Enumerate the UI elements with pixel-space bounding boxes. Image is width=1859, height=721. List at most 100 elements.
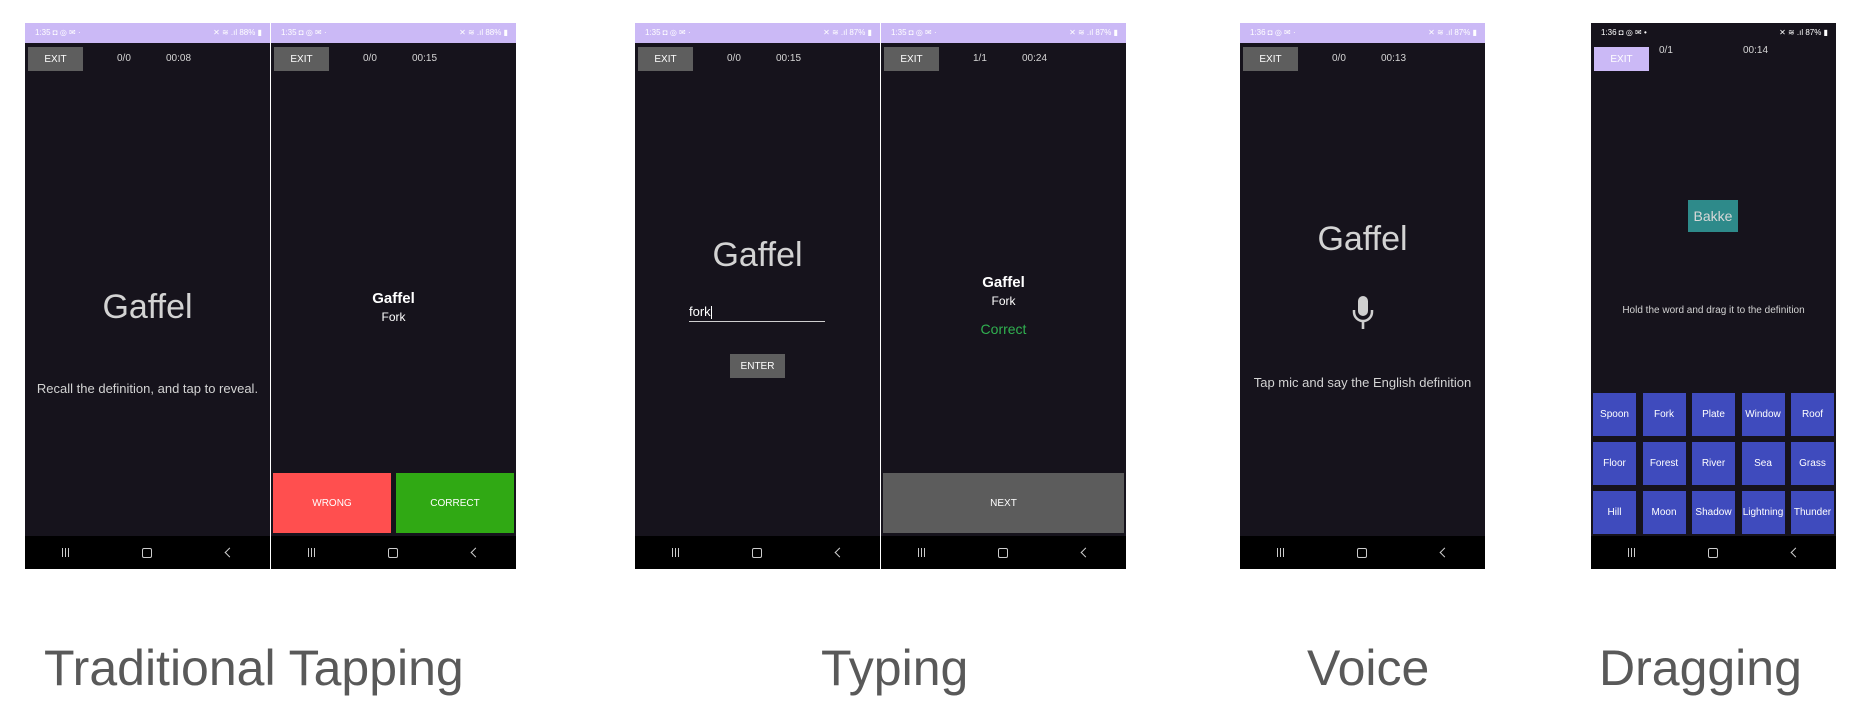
caption-traditional-tapping: Traditional Tapping (44, 640, 464, 696)
exit-button[interactable]: EXIT (28, 47, 83, 71)
reveal-hint: Recall the definition, and tap to reveal… (36, 381, 259, 396)
answer-input[interactable]: fork (689, 303, 825, 322)
android-nav-bar (25, 536, 270, 569)
status-left: 1:35 ◘ ◎ ✉ · (645, 28, 691, 37)
timer: 00:15 (776, 53, 802, 64)
answer-input-value: fork (689, 304, 711, 319)
typing-result-screen: 1:35 ◘ ◎ ✉ · ✕ ≋ .ıl 87% ▮ EXIT 1/1 00:2… (881, 23, 1126, 569)
caption-typing: Typing (821, 640, 969, 696)
exit-button[interactable]: EXIT (1243, 47, 1298, 71)
nav-home-icon[interactable] (1708, 547, 1719, 558)
voice-hint: Tap mic and say the English definition (1253, 375, 1472, 390)
nav-back-icon[interactable] (1439, 547, 1450, 558)
status-bar: 1:35 ◘ ◎ ✉ · ✕ ≋ .ıl 88% ▮ (271, 23, 516, 43)
nav-home-icon[interactable] (752, 547, 763, 558)
definition-tile[interactable]: Sea (1741, 442, 1785, 485)
nav-home-icon[interactable] (1357, 547, 1368, 558)
status-left: 1:35 ◘ ◎ ✉ · (281, 28, 327, 37)
definition-tile[interactable]: Spoon (1593, 393, 1636, 436)
definition-tile[interactable]: Moon (1642, 491, 1686, 534)
status-bar: 1:35 ◘ ◎ ✉ · ✕ ≋ .ıl 87% ▮ (881, 23, 1126, 43)
flashcard-word: Gaffel (372, 290, 415, 307)
status-right: ✕ ≋ .ıl 87% ▮ (1069, 28, 1118, 37)
flashcard-definition: Fork (381, 310, 406, 324)
nav-recent-icon[interactable] (1276, 548, 1284, 557)
score-counter: 0/0 (117, 53, 131, 64)
voice-screen: 1:36 ◘ ◎ ✉ · ✕ ≋ .ıl 87% ▮ EXIT 0/0 00:1… (1240, 23, 1485, 569)
timer: 00:08 (166, 53, 192, 64)
status-right: ✕ ≋ .ıl 88% ▮ (459, 28, 508, 37)
score-counter: 1/1 (973, 53, 987, 64)
definition-tile[interactable]: Thunder (1791, 491, 1834, 534)
definition-tile[interactable]: Roof (1791, 393, 1834, 436)
status-right: ✕ ≋ .ıl 88% ▮ (213, 28, 262, 37)
exit-button[interactable]: EXIT (638, 47, 693, 71)
status-bar: 1:35 ◘ ◎ ✉ · ✕ ≋ .ıl 87% ▮ (635, 23, 880, 43)
recall-screen: 1:35 ◘ ◎ ✉ · ✕ ≋ .ıl 88% ▮ EXIT 0/0 00:0… (25, 23, 270, 569)
score-counter: 0/0 (727, 53, 741, 64)
status-right: ✕ ≋ .ıl 87% ▮ (1428, 28, 1477, 37)
score-counter: 0/0 (1332, 53, 1346, 64)
status-left: 1:35 ◘ ◎ ✉ · (35, 28, 81, 37)
nav-recent-icon[interactable] (917, 548, 925, 557)
nav-recent-icon[interactable] (1627, 548, 1635, 557)
typing-screen: 1:35 ◘ ◎ ✉ · ✕ ≋ .ıl 87% ▮ EXIT 0/0 00:1… (635, 23, 880, 569)
flashcard-definition: Fork (991, 294, 1016, 308)
nav-recent-icon[interactable] (307, 548, 315, 557)
result-text: Correct (980, 321, 1027, 337)
flashcard-word: Gaffel (1317, 220, 1408, 258)
next-button[interactable]: NEXT (883, 473, 1124, 533)
definition-tile[interactable]: Shadow (1692, 491, 1735, 534)
status-right: ✕ ≋ .ıl 87% ▮ (823, 28, 872, 37)
nav-back-icon[interactable] (224, 547, 235, 558)
android-nav-bar (1240, 536, 1485, 569)
correct-button[interactable]: CORRECT (396, 473, 514, 533)
definition-tile[interactable]: Window (1741, 393, 1785, 436)
definition-tile[interactable]: Forest (1642, 442, 1686, 485)
definition-tile[interactable]: Lightning (1741, 491, 1785, 534)
timer: 00:15 (412, 53, 438, 64)
drag-hint: Hold the word and drag it to the definit… (1622, 305, 1805, 316)
flashcard-word: Gaffel (982, 274, 1025, 291)
status-right: ✕ ≋ .ıl 87% ▮ (1779, 28, 1828, 37)
definition-tile[interactable]: River (1692, 442, 1735, 485)
definition-tile[interactable]: Plate (1692, 393, 1735, 436)
status-bar: 1:36 ◘ ◎ ✉ · ✕ ≋ .ıl 87% ▮ (1240, 23, 1485, 43)
android-nav-bar (635, 536, 880, 569)
wrong-button[interactable]: WRONG (273, 473, 391, 533)
score-counter: 0/1 (1659, 45, 1673, 56)
nav-back-icon[interactable] (834, 547, 845, 558)
exit-button[interactable]: EXIT (274, 47, 329, 71)
android-nav-bar (1591, 536, 1836, 569)
draggable-word[interactable]: Bakke (1688, 200, 1738, 232)
timer: 00:13 (1381, 53, 1407, 64)
microphone-icon[interactable] (1350, 295, 1376, 331)
status-bar: 1:36 ◘ ◎ ✉ • ✕ ≋ .ıl 87% ▮ (1591, 23, 1836, 43)
caption-dragging: Dragging (1599, 640, 1802, 696)
definition-tile[interactable]: Fork (1642, 393, 1686, 436)
android-nav-bar (271, 536, 516, 569)
status-left: 1:36 ◘ ◎ ✉ • (1601, 28, 1647, 37)
flashcard-word[interactable]: Gaffel (25, 288, 270, 327)
definition-tile[interactable]: Grass (1791, 442, 1834, 485)
exit-button[interactable]: EXIT (1594, 47, 1649, 71)
status-left: 1:35 ◘ ◎ ✉ · (891, 28, 937, 37)
text-caret (710, 306, 712, 320)
definition-tile[interactable]: Hill (1593, 491, 1636, 534)
nav-home-icon[interactable] (388, 547, 399, 558)
nav-home-icon[interactable] (998, 547, 1009, 558)
nav-back-icon[interactable] (1790, 547, 1801, 558)
dragging-screen: 1:36 ◘ ◎ ✉ • ✕ ≋ .ıl 87% ▮ EXIT 0/1 00:1… (1591, 23, 1836, 569)
nav-home-icon[interactable] (142, 547, 153, 558)
nav-recent-icon[interactable] (671, 548, 679, 557)
status-bar: 1:35 ◘ ◎ ✉ · ✕ ≋ .ıl 88% ▮ (25, 23, 270, 43)
definition-tile[interactable]: Floor (1593, 442, 1636, 485)
nav-back-icon[interactable] (1080, 547, 1091, 558)
caption-voice: Voice (1307, 640, 1430, 696)
exit-button[interactable]: EXIT (884, 47, 939, 71)
flashcard-word: Gaffel (712, 236, 803, 274)
nav-recent-icon[interactable] (61, 548, 69, 557)
nav-back-icon[interactable] (470, 547, 481, 558)
enter-button[interactable]: ENTER (730, 354, 785, 378)
timer: 00:14 (1743, 45, 1769, 56)
